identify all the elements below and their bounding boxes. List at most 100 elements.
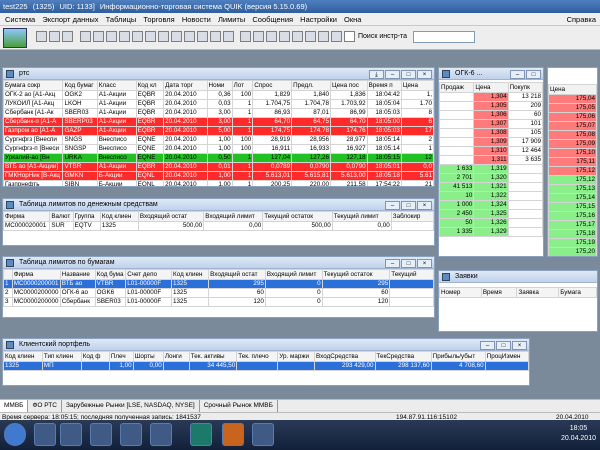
close-button[interactable]: × — [417, 201, 432, 210]
table-row[interactable]: ЛУКОЙЛ [А1-Акц LKOH А1-Акции EQBR 20.04.2010… — [3, 99, 434, 109]
column-header[interactable]: ПроцИзмен — [484, 351, 529, 362]
taskbar-app-icon[interactable] — [120, 423, 142, 446]
column-header[interactable]: ТекСредства — [374, 351, 432, 362]
column-header[interactable]: Фирма — [11, 269, 61, 280]
column-header[interactable]: Тек. активы — [188, 351, 238, 362]
column-header[interactable]: Предл. — [291, 80, 331, 91]
table-row[interactable]: Уркалий-ао [Вн URKA Внесписо EQNE 20.04.2010… — [3, 153, 434, 163]
menu-tables[interactable]: Таблицы — [106, 15, 137, 24]
column-header[interactable]: Шорты — [132, 351, 164, 362]
column-header[interactable]: Код бумаг — [62, 80, 98, 91]
toolbar-button[interactable] — [184, 31, 195, 42]
close-button[interactable]: × — [417, 70, 432, 79]
column-header[interactable]: Заявка — [516, 287, 560, 298]
column-header[interactable]: Плеч — [108, 351, 134, 362]
column-header[interactable]: Код бума — [94, 269, 127, 280]
column-header[interactable]: Прибыль/убыт — [430, 351, 486, 362]
start-button[interactable] — [4, 423, 26, 446]
orderbook-row[interactable]: 1,304 13 218 — [439, 92, 543, 102]
menu-trading[interactable]: Торговля — [143, 15, 174, 24]
table-row[interactable]: ГМКНорНик [В-Акц GMKN Б-Акции EQNL 20.04.201… — [3, 171, 434, 181]
column-header[interactable]: Спрос — [252, 80, 293, 91]
orderbook-row[interactable]: 10 1,322 — [439, 191, 543, 201]
table-row[interactable]: MC000020001 SUR EQTV 1325 500,00 0,00 500,00 0,… — [3, 221, 434, 231]
search-icon[interactable] — [344, 31, 355, 42]
orderbook-row[interactable]: 1 633 1,319 — [439, 164, 543, 174]
taskbar-app-finam-icon[interactable] — [150, 423, 172, 446]
toolbar-button[interactable] — [253, 31, 264, 42]
column-header[interactable]: Валют — [49, 211, 74, 222]
maximize-button[interactable]: □ — [401, 259, 416, 268]
column-header[interactable]: Время — [480, 287, 518, 298]
minimize-button[interactable]: – — [385, 70, 400, 79]
column-header[interactable]: Код ф — [80, 351, 110, 362]
taskbar-app-firefox-icon[interactable] — [222, 423, 244, 446]
system-clock[interactable]: 18:05 20.04.2010 — [561, 424, 596, 444]
maximize-button[interactable]: □ — [496, 341, 511, 350]
column-header[interactable]: Текущий — [389, 269, 434, 280]
toolbar-button[interactable] — [223, 31, 234, 42]
maximize-button[interactable]: □ — [401, 201, 416, 210]
taskbar-app-icon[interactable] — [252, 423, 274, 446]
column-header[interactable]: Дата торг — [163, 80, 208, 91]
column-header[interactable]: Заблокир — [390, 211, 434, 222]
column-header[interactable]: Бумага — [558, 287, 597, 298]
column-header[interactable]: Продаж — [439, 82, 475, 93]
toolbar-button[interactable] — [145, 31, 156, 42]
column-header[interactable]: Время п — [366, 80, 402, 91]
table-row[interactable]: Сбербанк [А1-Ак SBER03 А1-Акции EQBR 20.04.2… — [3, 108, 434, 118]
tab-foreign[interactable]: Зарубежные Рынки [LSE, NASDAQ, NYSE] — [62, 400, 200, 412]
column-header[interactable]: Входящий остат — [208, 269, 266, 280]
maximize-button[interactable]: □ — [526, 70, 541, 79]
menu-export[interactable]: Экспорт данных — [42, 15, 98, 24]
toolbar-button[interactable] — [158, 31, 169, 42]
table-row[interactable]: Газпром ао [А1-А GAZP А1-Акции EQBR 20.04.20… — [3, 126, 434, 136]
orderbook-row[interactable]: 41 513 1,321 — [439, 182, 543, 192]
minimize-button[interactable]: – — [385, 201, 400, 210]
toolbar-button[interactable] — [36, 31, 47, 42]
menu-news[interactable]: Новости — [182, 15, 211, 24]
orderbook-row[interactable]: 2 701 1,320 — [439, 173, 543, 183]
column-header[interactable]: Код кл — [135, 80, 165, 91]
toolbar-button[interactable] — [93, 31, 104, 42]
column-header[interactable]: Код клиен — [99, 211, 139, 222]
column-header[interactable]: Цена пос — [330, 80, 368, 91]
taskbar-app-quik-icon[interactable] — [190, 423, 212, 446]
toolbar-button[interactable] — [171, 31, 182, 42]
menu-limits[interactable]: Лимиты — [218, 15, 245, 24]
column-header[interactable]: Фирма — [3, 211, 51, 222]
orderbook-row[interactable]: 1,306 60 — [439, 110, 543, 120]
column-header[interactable]: Код клиен — [3, 351, 43, 362]
orderbook-row[interactable]: 1,305 209 — [439, 101, 543, 111]
minimize-button[interactable]: – — [480, 341, 495, 350]
menu-help[interactable]: Справка — [567, 13, 596, 26]
column-header[interactable]: ВходСредства — [314, 351, 376, 362]
close-button[interactable]: × — [417, 259, 432, 268]
table-row[interactable]: 1325 МП 1,00 0,00 34 445,50 293 429,00 298 137… — [3, 361, 529, 371]
toolbar-button[interactable] — [240, 31, 251, 42]
column-header[interactable]: Группа — [72, 211, 101, 222]
table-row[interactable]: ОГК-2 ао [А1-Акц OGK2 А1-Акции EQBR 20.04.20… — [3, 90, 434, 100]
maximize-button[interactable]: □ — [401, 70, 416, 79]
toolbar-button[interactable] — [331, 31, 342, 42]
column-header[interactable]: Покупк — [507, 82, 543, 93]
column-header[interactable]: Цена — [473, 82, 509, 93]
column-header[interactable]: Входящий лимит — [264, 269, 323, 280]
column-header[interactable]: Номи — [206, 80, 233, 91]
taskbar-app-media-icon[interactable] — [60, 423, 82, 446]
table-row[interactable]: Сбербанк-п [А1-А SBERP03 А1-Акции EQBR 20.04… — [3, 117, 434, 127]
orderbook-row[interactable]: 1,307 101 — [439, 119, 543, 129]
taskbar-app-explorer-icon[interactable] — [34, 423, 56, 446]
orderbook-row[interactable]: 1,311 3 635 — [439, 155, 543, 165]
orderbook-row[interactable]: 1,310 12 464 — [439, 146, 543, 156]
table-row[interactable]: 1 MC0000200001 ВТБ ао VTBR L01-00000F 1325 295… — [3, 279, 434, 289]
column-header[interactable]: Счет депо — [125, 269, 173, 280]
column-header[interactable]: Класс — [96, 80, 137, 91]
close-button[interactable]: × — [512, 341, 527, 350]
taskbar-app-icon[interactable] — [90, 423, 112, 446]
column-header[interactable]: Бумага сокр — [3, 80, 64, 91]
toolbar-button[interactable] — [279, 31, 290, 42]
column-header[interactable]: Название — [59, 269, 96, 280]
tab-micex[interactable]: ММВБ — [0, 400, 29, 412]
toolbar-button[interactable] — [132, 31, 143, 42]
